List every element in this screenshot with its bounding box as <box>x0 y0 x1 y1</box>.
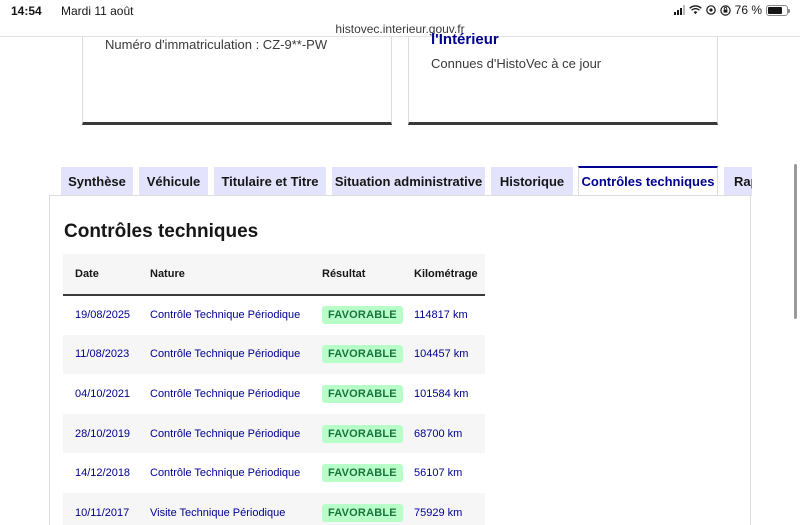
cellular-signal-icon <box>673 5 685 15</box>
ministry-heading[interactable]: l'Intérieur <box>431 31 499 48</box>
cell-nature: Contrôle Technique Périodique <box>150 413 322 454</box>
cell-nature: Visite Technique Périodique <box>150 492 322 525</box>
cell-mileage: 56107 km <box>414 453 485 493</box>
ministry-subtext: Connues d'HistoVec à ce jour <box>431 56 602 71</box>
table-row: 19/08/2025 Contrôle Technique Périodique… <box>63 295 485 335</box>
tab-historique[interactable]: Historique <box>491 167 573 196</box>
orientation-lock-icon <box>719 4 731 16</box>
column-header-mileage: Kilométrage <box>414 254 485 296</box>
tab-controles-techniques[interactable]: Contrôles techniques <box>578 166 718 196</box>
tab-titulaire-et-titre[interactable]: Titulaire et Titre <box>214 167 326 196</box>
battery-percentage: 76 % <box>734 3 762 17</box>
result-badge: FAVORABLE <box>322 384 403 403</box>
table-row: 28/10/2019 Contrôle Technique Périodique… <box>63 413 485 454</box>
wifi-icon <box>688 5 702 15</box>
technical-inspections-table: Date Nature Résultat Kilométrage 19/08/2… <box>63 254 485 525</box>
cell-nature: Contrôle Technique Périodique <box>150 374 322 414</box>
result-badge: FAVORABLE <box>322 503 403 522</box>
status-indicators: 76 % <box>673 3 790 17</box>
vehicle-card: Numéro d'immatriculation : CZ-9**-PW <box>82 37 392 125</box>
cell-date: 10/11/2017 <box>63 492 150 525</box>
tab-bar: Synthèse Véhicule Titulaire et Titre Sit… <box>0 166 752 196</box>
page-scrollbar[interactable] <box>794 164 797 319</box>
status-time: 14:54 <box>11 4 42 18</box>
column-header-result: Résultat <box>322 254 414 296</box>
cell-mileage: 75929 km <box>414 492 485 525</box>
battery-icon <box>766 4 790 16</box>
table-row: 11/08/2023 Contrôle Technique Périodique… <box>63 334 485 375</box>
cell-date: 14/12/2018 <box>63 453 150 493</box>
location-icon <box>705 5 716 15</box>
cell-date: 19/08/2025 <box>63 295 150 335</box>
ministry-card: l'Intérieur Connues d'HistoVec à ce jour <box>408 31 718 125</box>
tab-synthese[interactable]: Synthèse <box>61 167 133 196</box>
tab-situation-administrative[interactable]: Situation administrative <box>332 167 485 196</box>
address-bar[interactable]: histovec.interieur.gouv.fr <box>0 19 800 37</box>
cell-date: 04/10/2021 <box>63 374 150 414</box>
cell-mileage: 101584 km <box>414 374 485 414</box>
result-badge: FAVORABLE <box>322 306 403 325</box>
cell-date: 28/10/2019 <box>63 413 150 454</box>
status-date: Mardi 11 août <box>61 4 134 18</box>
cell-date: 11/08/2023 <box>63 334 150 375</box>
cell-mileage: 68700 km <box>414 413 485 454</box>
section-title: Contrôles techniques <box>64 221 259 242</box>
tab-vehicule[interactable]: Véhicule <box>139 167 208 196</box>
cell-mileage: 104457 km <box>414 334 485 375</box>
tab-rapport[interactable]: Rap <box>724 167 752 196</box>
cell-nature: Contrôle Technique Périodique <box>150 334 322 375</box>
result-badge: FAVORABLE <box>322 345 403 364</box>
cell-mileage: 114817 km <box>414 295 485 335</box>
cell-nature: Contrôle Technique Périodique <box>150 295 322 335</box>
table-row: 04/10/2021 Contrôle Technique Périodique… <box>63 374 485 414</box>
table-header-row: Date Nature Résultat Kilométrage <box>63 254 485 296</box>
table-row: 14/12/2018 Contrôle Technique Périodique… <box>63 453 485 493</box>
cell-nature: Contrôle Technique Périodique <box>150 453 322 493</box>
result-badge: FAVORABLE <box>322 464 403 483</box>
result-badge: FAVORABLE <box>322 424 403 443</box>
plate-number-text: Numéro d'immatriculation : CZ-9**-PW <box>105 37 328 52</box>
column-header-date: Date <box>63 254 150 296</box>
column-header-nature: Nature <box>150 254 322 296</box>
table-row: 10/11/2017 Visite Technique Périodique F… <box>63 492 485 525</box>
